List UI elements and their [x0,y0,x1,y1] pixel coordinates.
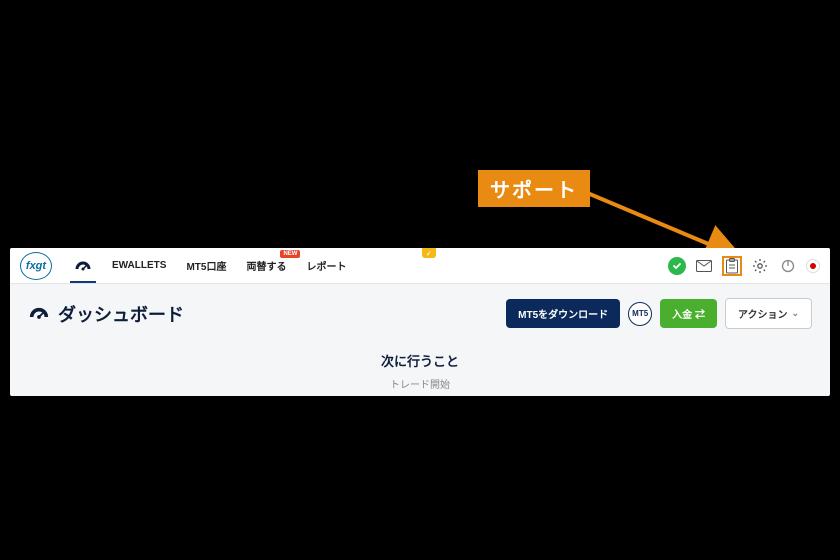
gear-icon[interactable] [750,256,770,276]
topbar-center-tag[interactable]: ✓ [422,248,436,258]
support-icon[interactable] [722,256,742,276]
app-window: fxgt EWALLETS MT5口座 両替する NEW レポート ✓ [10,248,830,396]
logo[interactable]: fxgt [20,252,52,280]
nav-report[interactable]: レポート [298,248,354,283]
page-title: ダッシュボード [58,301,184,327]
callout-support-label: サポート [476,168,592,209]
header-actions: MT5をダウンロード MT5 入金 ⇄ アクション ⌄ [506,298,812,329]
dashboard-gauge-icon [28,306,50,322]
chevron-down-icon: ⌄ [791,308,799,319]
nav-exchange-label: 両替する [246,262,286,273]
action-dropdown[interactable]: アクション ⌄ [725,298,812,329]
power-icon[interactable] [778,256,798,276]
dashboard-gauge-icon [74,260,92,272]
deposit-button[interactable]: 入金 ⇄ [660,299,717,328]
main-nav: EWALLETS MT5口座 両替する NEW レポート [66,248,354,283]
next-steps: 次に行うこと トレード開始 [28,351,812,391]
mail-icon[interactable] [694,256,714,276]
status-verified-icon[interactable] [668,257,686,275]
action-dropdown-label: アクション [738,306,788,321]
topbar: fxgt EWALLETS MT5口座 両替する NEW レポート ✓ [10,248,830,284]
badge-new: NEW [280,250,300,258]
nav-exchange[interactable]: 両替する NEW [238,248,294,283]
nav-dashboard[interactable] [66,250,100,282]
page-header: ダッシュボード MT5をダウンロード MT5 入金 ⇄ アクション ⌄ [28,298,812,329]
mt5-badge-icon[interactable]: MT5 [628,302,652,326]
nav-mt5-accounts[interactable]: MT5口座 [178,248,234,283]
content-area: ダッシュボード MT5をダウンロード MT5 入金 ⇄ アクション ⌄ 次に行う… [10,284,830,396]
mt5-download-button[interactable]: MT5をダウンロード [506,299,620,328]
next-steps-title: 次に行うこと [28,351,812,370]
topbar-right [668,256,820,276]
next-steps-subtitle[interactable]: トレード開始 [28,376,812,391]
nav-ewallets[interactable]: EWALLETS [104,250,174,281]
lang-flag-jp[interactable] [806,259,820,273]
